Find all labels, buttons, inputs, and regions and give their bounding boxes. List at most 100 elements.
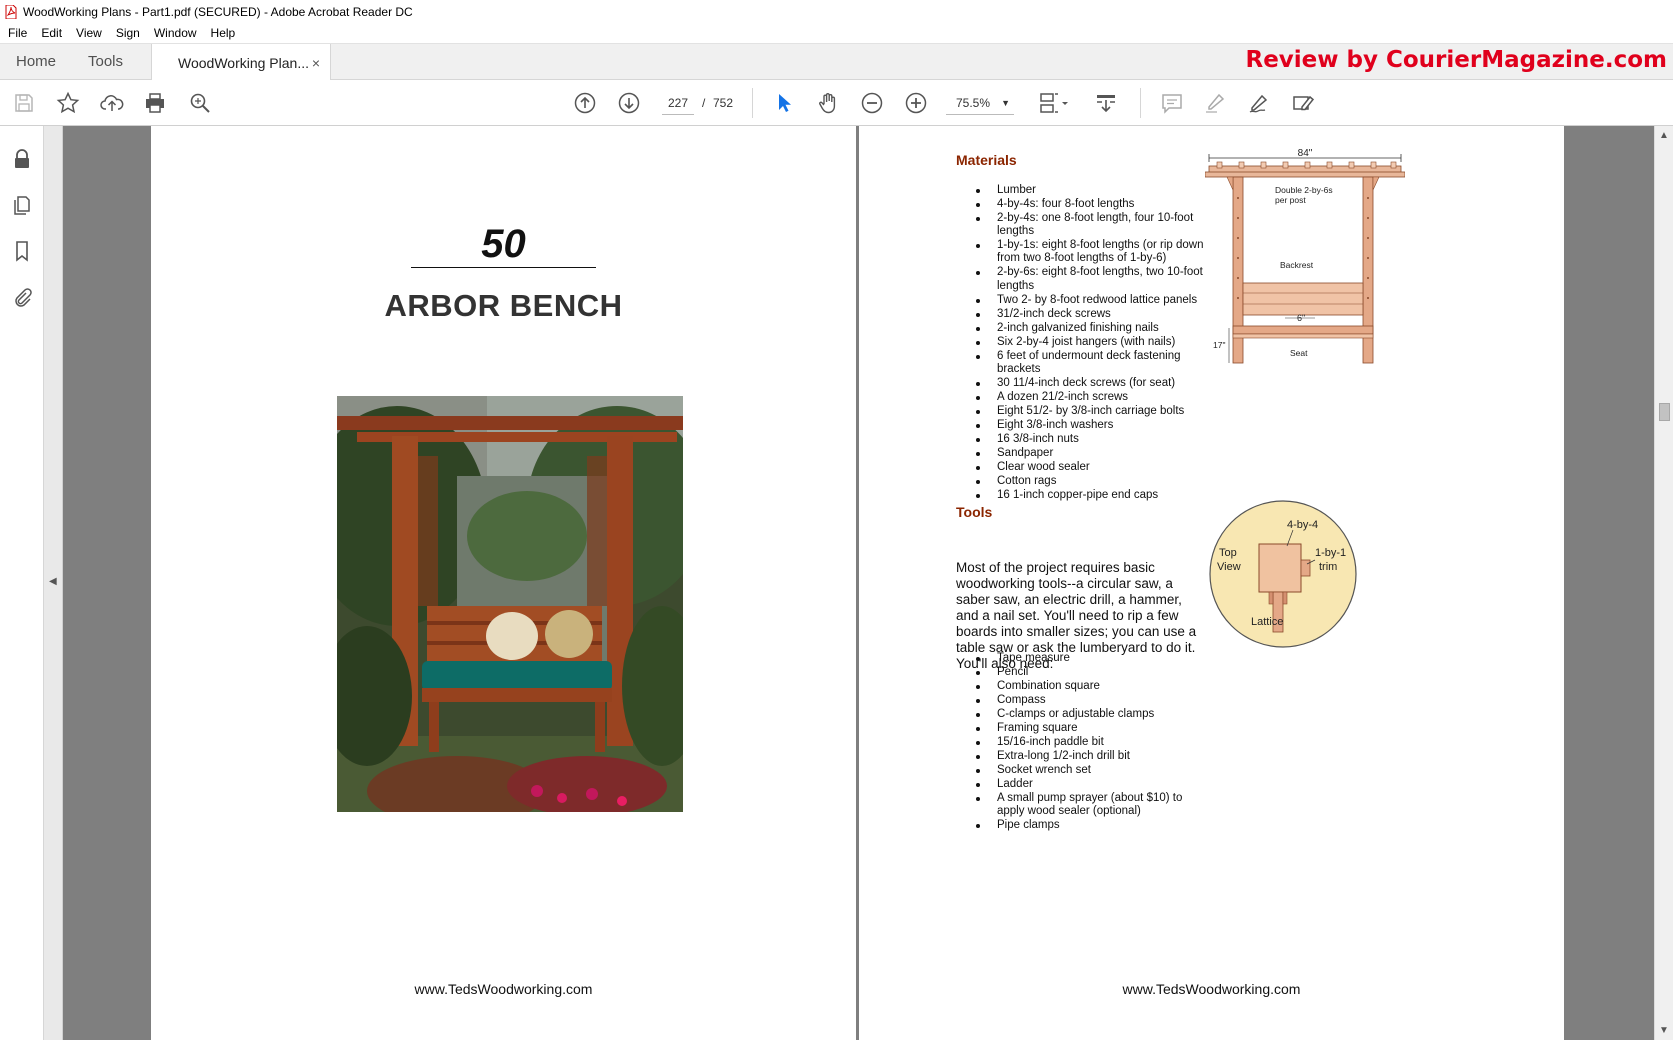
menu-window[interactable]: Window	[147, 26, 204, 40]
bookmarks-icon[interactable]	[11, 240, 33, 262]
materials-list: Lumber 4-by-4s: four 8-foot lengths 2-by…	[976, 184, 1211, 503]
pdf-page-left: 50 ARBOR BENCH www.TedsWoodworking.com	[151, 126, 856, 1040]
list-item: 4-by-4s: four 8-foot lengths	[976, 198, 1211, 211]
scroll-mode-icon[interactable]	[1094, 91, 1118, 115]
zoom-out-icon[interactable]	[860, 91, 884, 115]
print-icon[interactable]	[143, 91, 167, 115]
list-item: Socket wrench set	[976, 764, 1211, 777]
list-item: C-clamps or adjustable clamps	[976, 708, 1211, 721]
chevron-down-icon: ▼	[1001, 98, 1010, 108]
vertical-scrollbar[interactable]: ▲ ▼	[1654, 126, 1673, 1040]
list-item: Pencil	[976, 666, 1211, 679]
menu-view[interactable]: View	[69, 26, 109, 40]
sign-icon[interactable]	[1247, 91, 1271, 115]
arbor-bench-photo	[337, 396, 683, 812]
tab-tools[interactable]: Tools	[88, 53, 123, 70]
list-item: 6 feet of undermount deck fastening brac…	[976, 350, 1211, 376]
toolbar: 227 / 752 75.5% ▼	[0, 80, 1673, 126]
menu-edit[interactable]: Edit	[34, 26, 69, 40]
pdf-page-right: Materials Lumber 4-by-4s: four 8-foot le…	[859, 126, 1564, 1040]
list-item: Sandpaper	[976, 447, 1211, 460]
diagram-backrest-label: Backrest	[1280, 260, 1314, 270]
menu-bar: File Edit View Sign Window Help	[0, 23, 1673, 43]
list-item: A small pump sprayer (about $10) to appl…	[976, 792, 1211, 818]
collapse-left-icon: ◀	[49, 576, 57, 587]
list-item: Six 2-by-4 joist hangers (with nails)	[976, 336, 1211, 349]
close-tab-icon[interactable]: ×	[312, 55, 320, 71]
list-item: 2-by-4s: one 8-foot length, four 10-foot…	[976, 212, 1211, 238]
document-viewer[interactable]: 50 ARBOR BENCH www.TedsWoodworking.com M…	[63, 126, 1654, 1040]
highlight-icon[interactable]	[1203, 91, 1227, 115]
menu-sign[interactable]: Sign	[109, 26, 147, 40]
title-rule	[411, 267, 596, 268]
list-item: Combination square	[976, 680, 1211, 693]
save-icon[interactable]	[12, 91, 36, 115]
menu-file[interactable]: File	[0, 26, 34, 40]
list-item: 31/2-inch deck screws	[976, 308, 1211, 321]
window-title: WoodWorking Plans - Part1.pdf (SECURED) …	[23, 4, 413, 19]
detail-trim-label: 1-by-1	[1315, 547, 1346, 559]
list-item: 16 3/8-inch nuts	[976, 433, 1211, 446]
hand-icon[interactable]	[816, 91, 840, 115]
list-item: A dozen 21/2-inch screws	[976, 391, 1211, 404]
current-page-input[interactable]: 227	[662, 91, 694, 115]
detail-view-label: Top	[1219, 547, 1237, 559]
detail-trim-label-2: trim	[1319, 561, 1337, 573]
detail-view-label-2: View	[1217, 561, 1241, 573]
acrobat-icon	[5, 4, 17, 19]
list-item: 2-by-6s: eight 8-foot lengths, two 10-fo…	[976, 266, 1211, 292]
tab-document[interactable]: WoodWorking Plan... ×	[151, 44, 331, 81]
diagram-post-label-2: per post	[1275, 195, 1306, 205]
title-bar: WoodWorking Plans - Part1.pdf (SECURED) …	[0, 0, 1673, 23]
pages-icon[interactable]	[11, 194, 33, 216]
list-item: Eight 51/2- by 3/8-inch carriage bolts	[976, 405, 1211, 418]
scroll-down-icon[interactable]: ▼	[1659, 1025, 1669, 1036]
scroll-thumb[interactable]	[1659, 403, 1670, 421]
tab-bar: Home Tools WoodWorking Plan... × Review …	[0, 43, 1673, 81]
materials-heading: Materials	[956, 152, 1017, 168]
list-item: Pipe clamps	[976, 819, 1211, 832]
list-item: 1-by-1s: eight 8-foot lengths (or rip do…	[976, 239, 1211, 265]
page-display-icon[interactable]	[1038, 91, 1070, 115]
select-arrow-icon[interactable]	[772, 91, 796, 115]
previous-page-icon[interactable]	[573, 91, 597, 115]
zoom-level-select[interactable]: 75.5% ▼	[946, 91, 1014, 115]
tab-home[interactable]: Home	[16, 53, 56, 70]
bookmark-star-icon[interactable]	[56, 91, 80, 115]
page-footer-url: www.TedsWoodworking.com	[414, 981, 593, 997]
page-footer-url: www.TedsWoodworking.com	[1122, 981, 1301, 997]
lock-icon[interactable]	[11, 148, 33, 170]
list-item: Lumber	[976, 184, 1211, 197]
bench-elevation-diagram: 84" 6" Double 2-by-6s per post Backrest …	[1205, 148, 1405, 364]
diagram-seat-label: Seat	[1290, 348, 1308, 358]
page-separator: /	[702, 96, 706, 110]
diagram-height-label: 17"	[1213, 340, 1225, 350]
list-item: 16 1-inch copper-pipe end caps	[976, 489, 1211, 502]
find-icon[interactable]	[188, 91, 212, 115]
list-item: Extra-long 1/2-inch drill bit	[976, 750, 1211, 763]
menu-help[interactable]: Help	[204, 26, 243, 40]
list-item: Ladder	[976, 778, 1211, 791]
document-tab-label: WoodWorking Plan...	[178, 54, 309, 71]
tools-list: Tape measure Pencil Combination square C…	[976, 652, 1211, 833]
list-item: 2-inch galvanized finishing nails	[976, 322, 1211, 335]
list-item: Cotton rags	[976, 475, 1211, 488]
scroll-up-icon[interactable]: ▲	[1659, 130, 1669, 141]
toolbar-divider	[752, 88, 753, 118]
list-item: 15/16-inch paddle bit	[976, 736, 1211, 749]
list-item: Compass	[976, 694, 1211, 707]
attachments-icon[interactable]	[11, 286, 33, 308]
list-item: Eight 3/8-inch washers	[976, 419, 1211, 432]
zoom-in-icon[interactable]	[904, 91, 928, 115]
toolbar-divider	[1140, 88, 1141, 118]
top-view-detail: 4-by-4 Top View 1-by-1 trim Lattice	[1209, 500, 1357, 648]
detail-post-label: 4-by-4	[1287, 519, 1318, 531]
upload-icon[interactable]	[100, 91, 124, 115]
next-page-icon[interactable]	[617, 91, 641, 115]
pane-collapse-handle[interactable]: ◀	[44, 126, 63, 1040]
fill-sign-icon[interactable]	[1291, 91, 1315, 115]
list-item: Two 2- by 8-foot redwood lattice panels	[976, 294, 1211, 307]
promo-watermark: Review by CourierMagazine.com	[1245, 47, 1667, 73]
comment-icon[interactable]	[1160, 91, 1184, 115]
detail-lattice-label: Lattice	[1251, 616, 1283, 628]
